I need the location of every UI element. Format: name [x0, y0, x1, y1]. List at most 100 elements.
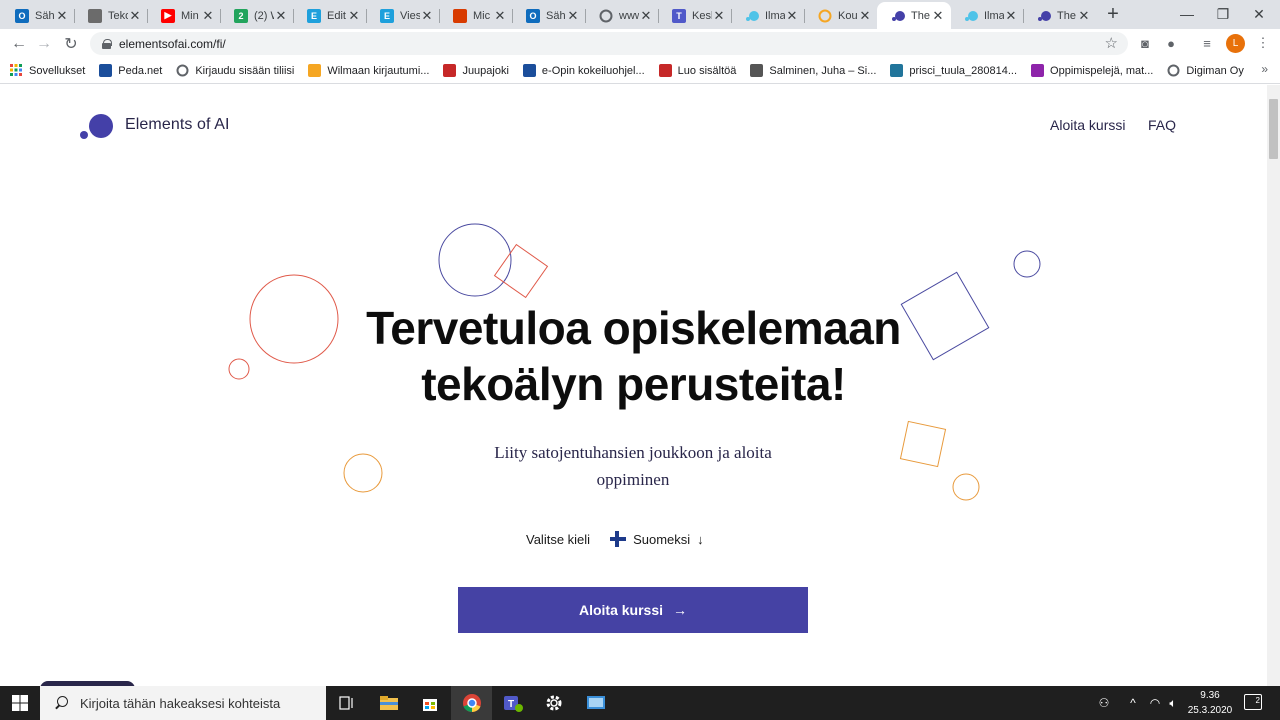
page-viewport: Elements of AI Aloita kurssi FAQ Tervetu…	[0, 85, 1267, 686]
bookmark-item[interactable]: Kirjaudu sisään tiliisi	[176, 64, 294, 77]
bookmark-label: Kirjaudu sisään tiliisi	[195, 64, 295, 77]
tab-title: Ilma	[984, 9, 1004, 22]
close-tab-icon[interactable]: ✕	[201, 8, 215, 24]
close-tab-icon[interactable]: ✕	[931, 8, 945, 24]
browser-tab[interactable]: O Sähk✕	[1, 2, 75, 29]
bookmark-item[interactable]: prisci_tuula_280814...	[890, 64, 1017, 77]
profile-avatar[interactable]: L	[1226, 34, 1245, 53]
tab-title: Edit	[327, 9, 346, 22]
taskbar-search-placeholder[interactable]: Kirjoita tähän hakeaksesi kohteista	[80, 696, 280, 711]
browser-tab[interactable]: Ilma ✕	[950, 2, 1024, 29]
office-icon	[453, 8, 467, 23]
chat-extension-icon[interactable]: ●	[1162, 34, 1180, 52]
scrollbar-thumb[interactable]	[1269, 99, 1278, 159]
bookmark-item[interactable]: Luo sisältöä	[658, 64, 736, 77]
people-icon[interactable]: ⚇	[1094, 686, 1114, 720]
store-icon[interactable]	[409, 686, 450, 720]
browser-toolbar: ← → ↻ elementsofai.com/fi/ ☆ ◙ ● ≡ L ⋮	[0, 29, 1280, 58]
teams-icon[interactable]: T	[492, 686, 533, 720]
url-text[interactable]: elementsofai.com/fi/	[119, 37, 226, 51]
menu-kebab-icon[interactable]: ⋮	[1254, 34, 1272, 52]
browser-tab[interactable]: E Vies ✕	[366, 2, 440, 29]
bookmark-item[interactable]: Peda.net	[99, 64, 162, 77]
back-button[interactable]: ←	[8, 33, 30, 55]
browser-tab[interactable]: O Sähk✕	[512, 2, 586, 29]
browser-tab[interactable]: E Edit ✕	[293, 2, 367, 29]
deco-circle	[438, 223, 512, 297]
close-tab-icon[interactable]: ✕	[712, 8, 726, 24]
volume-icon[interactable]: 🔈︎	[1164, 686, 1182, 720]
tab-title: Vies	[400, 9, 420, 22]
extension-icon[interactable]: ◙	[1136, 34, 1154, 52]
bookmark-star-icon[interactable]: ☆	[1105, 34, 1118, 52]
bookmark-item[interactable]: Digiman Oy	[1167, 64, 1244, 77]
browser-tab[interactable]: 2 (2) W✕	[220, 2, 294, 29]
browser-tab[interactable]: Teko✕	[74, 2, 148, 29]
bookmark-label: Oppimispelejä, mat...	[1050, 64, 1154, 77]
outlook-icon: O	[15, 8, 29, 23]
file-explorer-icon[interactable]	[368, 686, 409, 720]
close-tab-icon[interactable]: ✕	[493, 8, 507, 24]
close-tab-icon[interactable]: ✕	[639, 8, 653, 24]
close-tab-icon[interactable]: ✕	[55, 8, 69, 24]
bookmark-item[interactable]: Oppimispelejä, mat...	[1031, 64, 1153, 77]
reload-button[interactable]: ↻	[60, 33, 82, 55]
close-tab-icon[interactable]: ✕	[274, 8, 288, 24]
browser-tab[interactable]: Koul ✕	[804, 2, 878, 29]
chevron-up-icon[interactable]: ^	[1124, 686, 1142, 720]
windows-taskbar: Kirjoita tähän hakeaksesi kohteista T ⚇ …	[0, 686, 1280, 720]
bookmark-item[interactable]: Sovellukset	[10, 64, 85, 77]
deco-circle	[952, 473, 980, 501]
globe-icon	[1167, 64, 1180, 77]
browser-tab[interactable]: T Kesk✕	[658, 2, 732, 29]
browser-tab[interactable]: www ✕	[585, 2, 659, 29]
task-view-icon[interactable]	[326, 686, 367, 720]
close-tab-icon[interactable]: ✕	[566, 8, 580, 24]
remote-desktop-icon[interactable]	[575, 686, 616, 720]
language-selector[interactable]: Valitse kieli Suomeksi ↓	[526, 530, 704, 548]
close-tab-icon[interactable]: ✕	[347, 8, 361, 24]
taskbar-search-box[interactable]: Kirjoita tähän hakeaksesi kohteista	[40, 686, 326, 720]
bookmark-label: prisci_tuula_280814...	[909, 64, 1018, 77]
close-tab-icon[interactable]: ✕	[1004, 8, 1018, 24]
settings-gear-icon[interactable]	[533, 686, 574, 720]
more-bookmarks-icon[interactable]: »	[1261, 62, 1268, 76]
page-scrollbar[interactable]	[1267, 85, 1280, 686]
start-course-button[interactable]: Aloita kurssi →	[458, 587, 808, 633]
chrome-icon[interactable]	[451, 686, 492, 720]
taskbar-clock[interactable]: 9.36 25.3.2020	[1182, 688, 1238, 718]
tab-title: Sähk	[35, 9, 55, 22]
bookmark-item[interactable]: e-Opin kokeiluohjel...	[522, 64, 645, 77]
browser-tab[interactable]: Ilma ✕	[731, 2, 805, 29]
browser-tab[interactable]: The ✕	[1023, 2, 1097, 29]
close-window-button[interactable]: ✕	[1236, 0, 1280, 28]
bookmark-item[interactable]: Salminen, Juha – Si...	[750, 64, 876, 77]
bookmark-label: Peda.net	[118, 64, 163, 77]
close-tab-icon[interactable]: ✕	[858, 8, 872, 24]
tab-title: The	[1057, 9, 1076, 22]
browser-tab[interactable]: Mic ✕	[439, 2, 513, 29]
crest-icon	[443, 64, 457, 77]
bookmark-item[interactable]: Juupajoki	[443, 64, 509, 77]
browser-tab[interactable]: ▶ Min ✕	[147, 2, 221, 29]
notification-center-icon[interactable]: 2	[1244, 694, 1262, 710]
deco-circle	[228, 358, 250, 380]
tab-title: (2) W	[254, 9, 274, 22]
wifi-icon[interactable]: ◠	[1146, 686, 1164, 720]
forward-button[interactable]: →	[33, 33, 55, 55]
tab-title: Mic	[473, 9, 491, 22]
address-bar[interactable]: elementsofai.com/fi/ ☆	[90, 32, 1128, 55]
close-tab-icon[interactable]: ✕	[128, 8, 142, 24]
tab-title: Koul	[838, 9, 858, 22]
new-tab-button[interactable]: +	[1102, 4, 1124, 26]
reading-list-icon[interactable]: ≡	[1198, 34, 1216, 52]
browser-tab[interactable]: The ✕	[877, 2, 951, 29]
windows-start-button[interactable]	[0, 686, 40, 720]
arrow-down-icon[interactable]: ↓	[697, 532, 704, 547]
close-tab-icon[interactable]: ✕	[1077, 8, 1091, 24]
outlook-icon: O	[526, 8, 540, 23]
close-tab-icon[interactable]: ✕	[785, 8, 799, 24]
language-value[interactable]: Suomeksi	[633, 532, 690, 547]
close-tab-icon[interactable]: ✕	[420, 8, 434, 24]
bookmark-item[interactable]: Wilmaan kirjautumi...	[308, 64, 429, 77]
